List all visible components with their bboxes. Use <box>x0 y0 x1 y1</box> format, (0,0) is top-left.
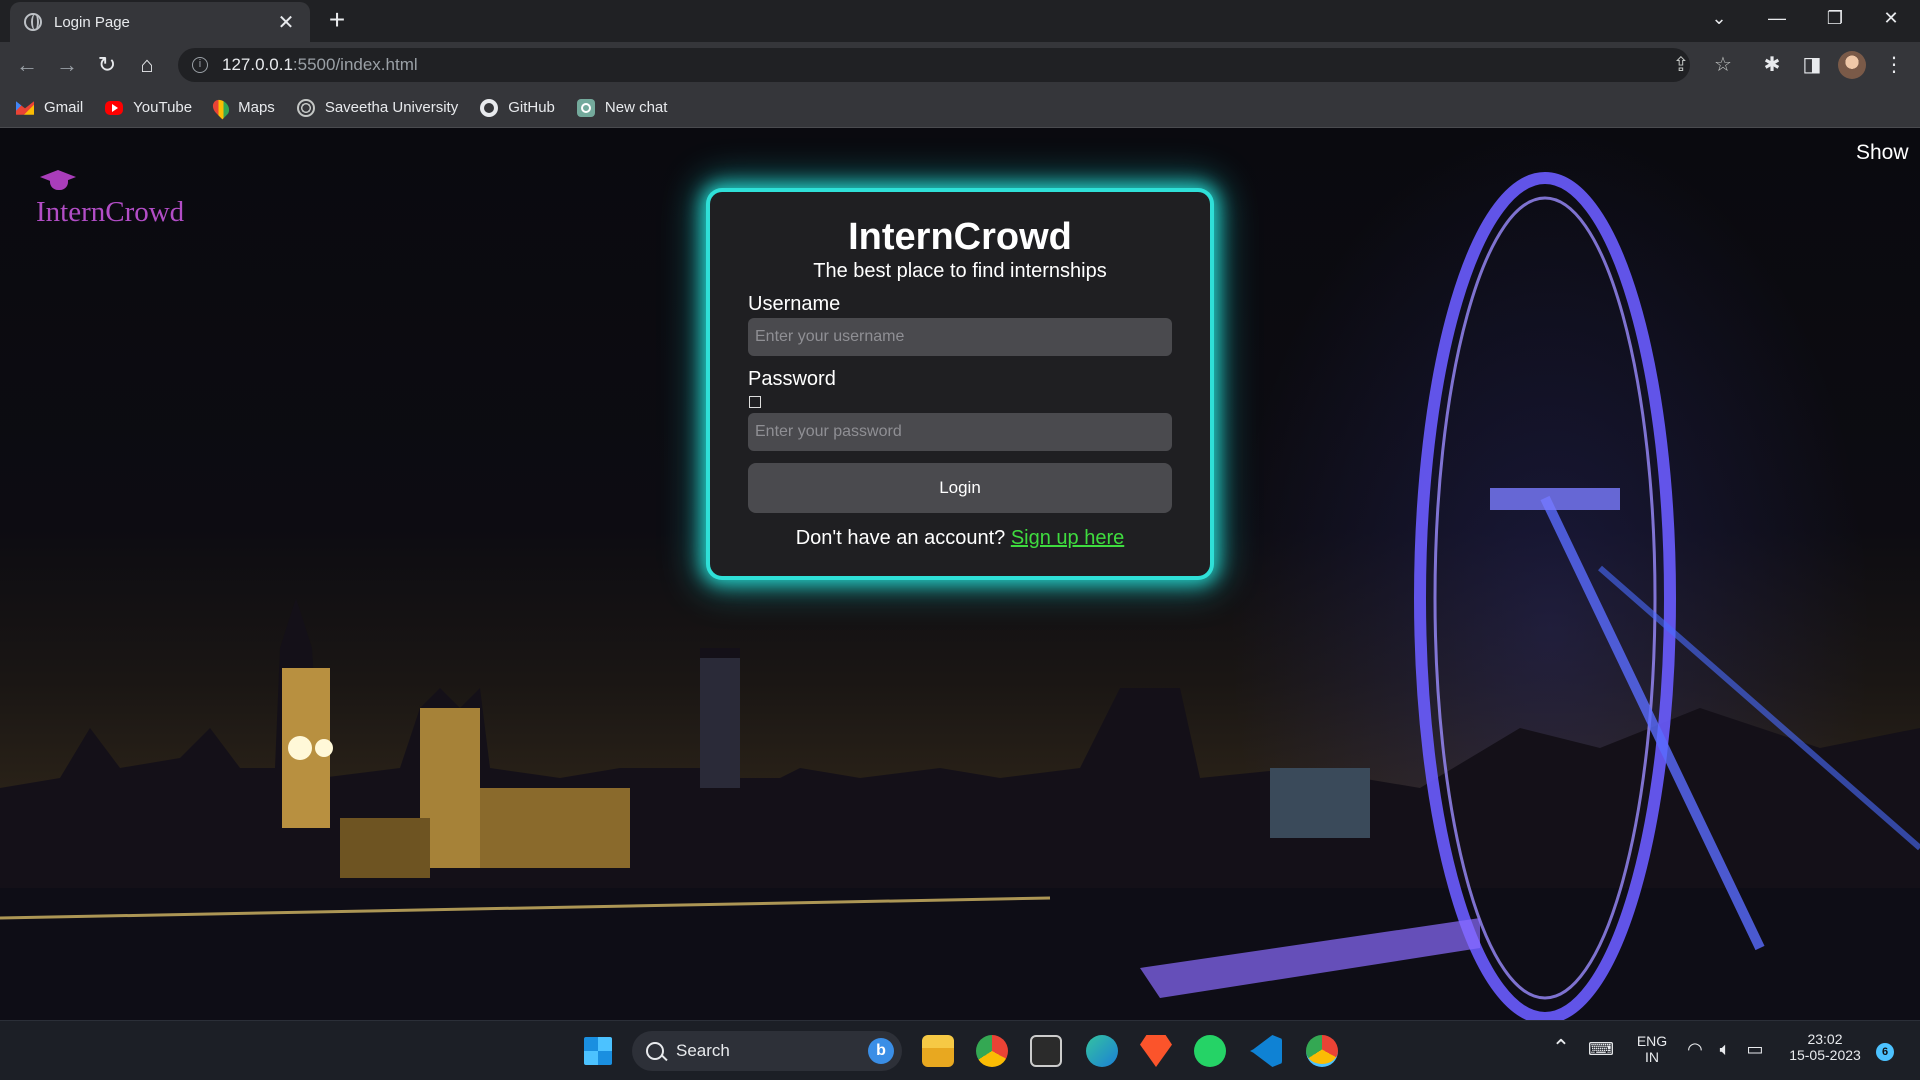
graduation-cap-icon <box>38 168 80 198</box>
bookmark-star-icon[interactable]: ☆ <box>1710 52 1736 77</box>
signup-link[interactable]: Sign up here <box>1011 527 1124 549</box>
globe-icon <box>24 13 42 31</box>
browser-menu-icon[interactable]: ⋮ <box>1880 51 1908 79</box>
notification-badge[interactable]: 6 <box>1876 1043 1894 1061</box>
battery-icon[interactable]: ▭ <box>1742 1039 1768 1060</box>
tab-strip: Login Page ✕ + ⌄ — ❐ ✕ <box>0 0 1920 42</box>
address-bar[interactable]: i 127.0.0.1:5500/index.html <box>178 48 1690 82</box>
language-indicator[interactable]: ENG IN <box>1628 1033 1676 1065</box>
tab-title: Login Page <box>54 13 130 31</box>
wifi-icon[interactable]: ◠ <box>1682 1039 1708 1060</box>
gmail-icon <box>16 101 34 115</box>
browser-tab[interactable]: Login Page ✕ <box>10 2 310 42</box>
login-card: InternCrowd The best place to find inter… <box>710 192 1210 576</box>
card-tagline: The best place to find internships <box>813 260 1107 282</box>
url-path: :5500/index.html <box>292 55 418 74</box>
bookmark-label: Maps <box>238 99 275 116</box>
reload-button[interactable]: ↻ <box>92 50 122 80</box>
minimize-button[interactable]: — <box>1748 0 1806 36</box>
search-icon <box>646 1042 664 1060</box>
terminal-icon[interactable] <box>1030 1035 1062 1067</box>
bookmark-label: New chat <box>604 99 668 116</box>
clock[interactable]: 23:02 15-05-2023 <box>1778 1031 1872 1063</box>
bookmark-github[interactable]: GitHub <box>480 98 555 117</box>
show-hidden-icons[interactable]: ⌃ <box>1548 1035 1574 1061</box>
username-label: Username <box>748 293 841 315</box>
globe-icon <box>296 98 315 117</box>
github-icon <box>480 98 499 117</box>
chrome-icon[interactable] <box>976 1035 1008 1067</box>
search-label: Search <box>676 1041 730 1060</box>
bookmark-new-chat[interactable]: New chat <box>576 98 668 117</box>
touch-keyboard-icon[interactable]: ⌨ <box>1588 1039 1614 1060</box>
extensions-icon[interactable]: ✱ <box>1758 51 1786 79</box>
signup-prompt-text: Don't have an account? <box>795 527 1006 549</box>
file-explorer-icon[interactable] <box>922 1035 954 1067</box>
bookmark-label: Gmail <box>44 99 84 116</box>
back-button[interactable]: ← <box>12 50 42 80</box>
logo-text: InternCrowd <box>36 196 185 228</box>
close-tab-icon[interactable]: ✕ <box>276 10 296 35</box>
show-link[interactable]: Show <box>1856 141 1909 165</box>
language-line1: ENG <box>1636 1033 1668 1049</box>
windows-taskbar: Search b ⌃ ⌨ ENG IN ◠ 🔈︎ ▭ 23:02 15-05-2… <box>0 1020 1920 1080</box>
page-viewport: InternCrowd Show InternCrowd The best pl… <box>0 128 1920 1020</box>
bookmark-gmail[interactable]: Gmail <box>16 99 83 117</box>
show-password-checkbox[interactable] <box>749 396 761 408</box>
login-button[interactable]: Login <box>748 463 1172 513</box>
chatgpt-icon <box>576 98 595 117</box>
volume-icon[interactable]: 🔈︎ <box>1712 1039 1738 1060</box>
new-tab-button[interactable]: + <box>322 6 352 36</box>
card-title: InternCrowd <box>848 216 1072 258</box>
password-input[interactable] <box>748 413 1172 451</box>
bookmarks-bar: Gmail YouTube Maps Saveetha University G… <box>0 88 1920 128</box>
maps-icon <box>209 96 233 119</box>
windows-start-icon[interactable] <box>584 1037 612 1065</box>
site-logo[interactable]: InternCrowd <box>36 168 184 229</box>
bookmark-saveetha-university[interactable]: Saveetha University <box>296 98 459 117</box>
site-info-icon[interactable]: i <box>192 57 208 73</box>
profile-avatar[interactable] <box>1838 51 1866 79</box>
bookmark-label: Saveetha University <box>324 99 459 116</box>
forward-button[interactable]: → <box>52 50 82 80</box>
language-line2: IN <box>1645 1049 1659 1065</box>
bookmark-maps[interactable]: Maps <box>209 96 275 119</box>
chrome-profile-icon[interactable] <box>1306 1035 1338 1067</box>
username-input[interactable] <box>748 318 1172 356</box>
bing-icon[interactable]: b <box>868 1038 894 1064</box>
url-host: 127.0.0.1 <box>222 55 293 74</box>
youtube-icon <box>105 100 124 115</box>
whatsapp-icon[interactable] <box>1194 1035 1226 1067</box>
edge-icon[interactable] <box>1086 1035 1118 1067</box>
restore-button[interactable]: ❐ <box>1806 0 1864 36</box>
bookmark-label: YouTube <box>133 99 193 116</box>
side-panel-icon[interactable]: ◨ <box>1798 51 1826 79</box>
bookmark-label: GitHub <box>508 99 555 116</box>
vscode-icon[interactable] <box>1250 1035 1282 1067</box>
clock-time: 23:02 <box>1807 1031 1843 1047</box>
home-button[interactable]: ⌂ <box>132 50 162 80</box>
browser-toolbar: ← → ↻ ⌂ i 127.0.0.1:5500/index.html ⇪ ☆ … <box>0 42 1920 88</box>
close-window-button[interactable]: ✕ <box>1862 0 1920 36</box>
share-icon[interactable]: ⇪ <box>1668 52 1694 77</box>
password-label: Password <box>748 368 836 390</box>
clock-date: 15-05-2023 <box>1789 1047 1861 1063</box>
signup-prompt: Don't have an account? Sign up here <box>748 527 1172 550</box>
tab-search-button[interactable]: ⌄ <box>1690 0 1748 36</box>
brave-icon[interactable] <box>1140 1035 1172 1067</box>
bookmark-youtube[interactable]: YouTube <box>105 99 192 116</box>
taskbar-search[interactable]: Search b <box>632 1031 902 1071</box>
